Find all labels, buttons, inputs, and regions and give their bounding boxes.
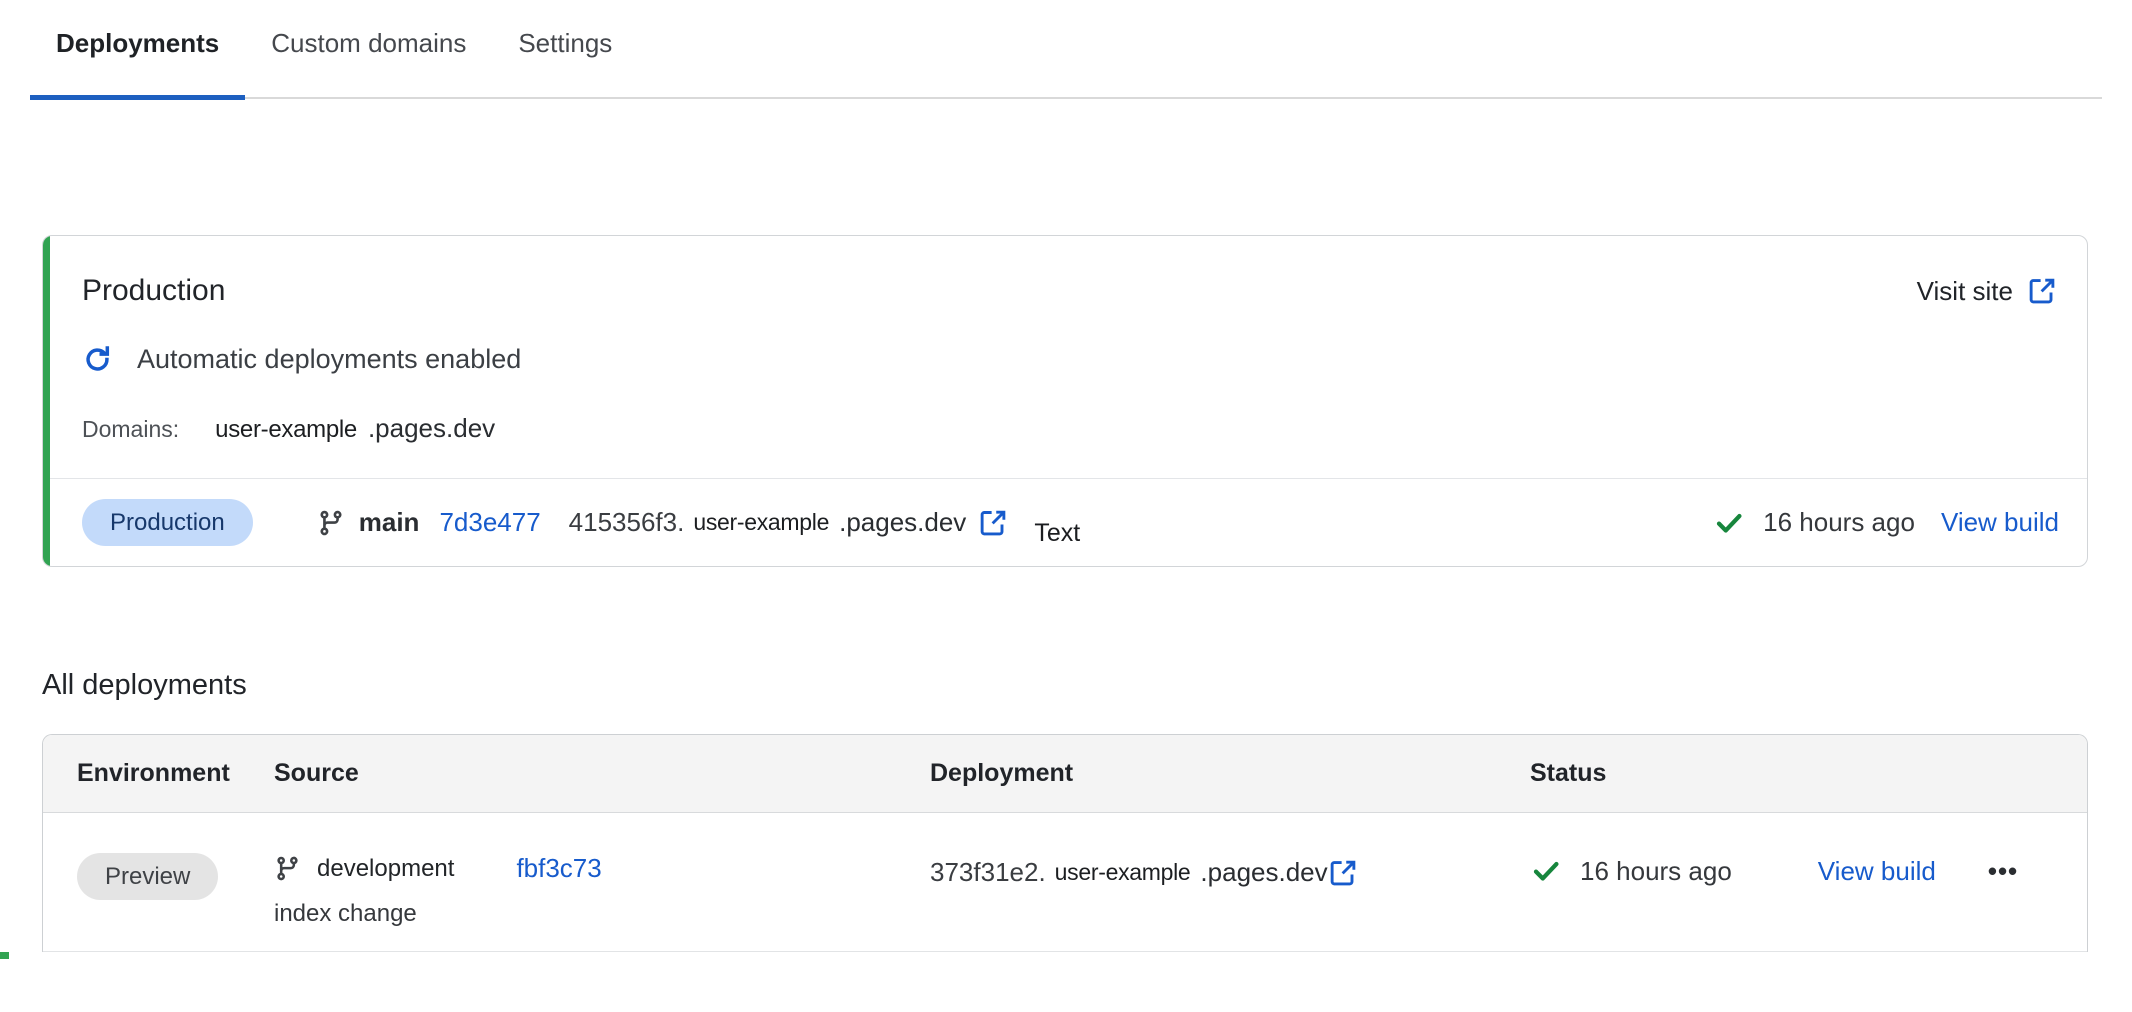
table-row: Preview development fbf3c73 index change… (43, 813, 2087, 952)
column-header-source: Source (274, 759, 930, 788)
production-card: Production Visit site Automatic deployme… (42, 235, 2088, 567)
branch-name: main (359, 507, 420, 538)
tab-settings[interactable]: Settings (492, 26, 638, 97)
tab-bar: Deployments Custom domains Settings (30, 0, 2102, 99)
check-icon (1713, 507, 1745, 539)
production-status: 16 hours ago View build (1713, 507, 2059, 539)
production-accent-bar (43, 236, 50, 566)
refresh-icon (82, 344, 113, 375)
column-header-deployment: Deployment (930, 759, 1530, 788)
ellipsis-icon[interactable]: ••• (1988, 858, 2018, 884)
git-branch-icon (317, 509, 345, 537)
tab-deployments[interactable]: Deployments (30, 26, 245, 97)
git-branch-icon (274, 855, 301, 882)
deployment-subdomain: 415356f3. (569, 507, 685, 538)
external-link-icon (978, 508, 1008, 538)
domain-user: user-example (215, 416, 357, 444)
environment-badge: Preview (77, 853, 218, 900)
view-build-link[interactable]: View build (1941, 507, 2059, 538)
external-link-icon (1328, 858, 1358, 888)
domain-suffix: .pages.dev (368, 413, 495, 444)
deployment-note: Text (1034, 519, 1080, 548)
deployments-table: Environment Source Deployment Status Pre… (42, 734, 2088, 952)
view-build-link[interactable]: View build (1818, 856, 1936, 887)
deployment-user: user-example (1055, 859, 1191, 886)
deployment-suffix: .pages.dev (839, 507, 966, 538)
visit-site-label: Visit site (1917, 276, 2013, 307)
deployment-url[interactable]: 373f31e2. user-example .pages.dev (930, 857, 1530, 888)
status-time: 16 hours ago (1580, 856, 1732, 887)
row-status: 16 hours ago View build ••• (1530, 855, 2087, 887)
visit-site-link[interactable]: Visit site (1917, 276, 2057, 307)
external-link-icon (2027, 276, 2057, 306)
column-header-environment: Environment (77, 759, 274, 788)
commit-hash-link[interactable]: 7d3e477 (439, 507, 540, 538)
commit-message: index change (274, 900, 930, 928)
table-header-row: Environment Source Deployment Status (43, 735, 2087, 813)
tab-custom-domains[interactable]: Custom domains (245, 26, 492, 97)
commit-hash-link[interactable]: fbf3c73 (516, 853, 601, 884)
all-deployments-title: All deployments (42, 669, 2132, 702)
production-deployment-row: Production main 7d3e477 415356f3. user-e… (43, 479, 2087, 566)
deployment-url[interactable]: 415356f3. user-example .pages.dev (569, 507, 1009, 538)
domains-label: Domains: (82, 416, 179, 443)
production-card-title: Production (82, 274, 225, 308)
deployment-subdomain: 373f31e2. (930, 857, 1046, 888)
environment-badge: Production (82, 499, 253, 546)
check-icon (1530, 855, 1562, 887)
deployment-suffix: .pages.dev (1200, 857, 1327, 888)
status-time: 16 hours ago (1763, 507, 1915, 538)
auto-deploy-text: Automatic deployments enabled (137, 344, 521, 375)
branch-name: development (317, 855, 454, 883)
deployment-user: user-example (693, 509, 829, 536)
column-header-status: Status (1530, 759, 2087, 788)
